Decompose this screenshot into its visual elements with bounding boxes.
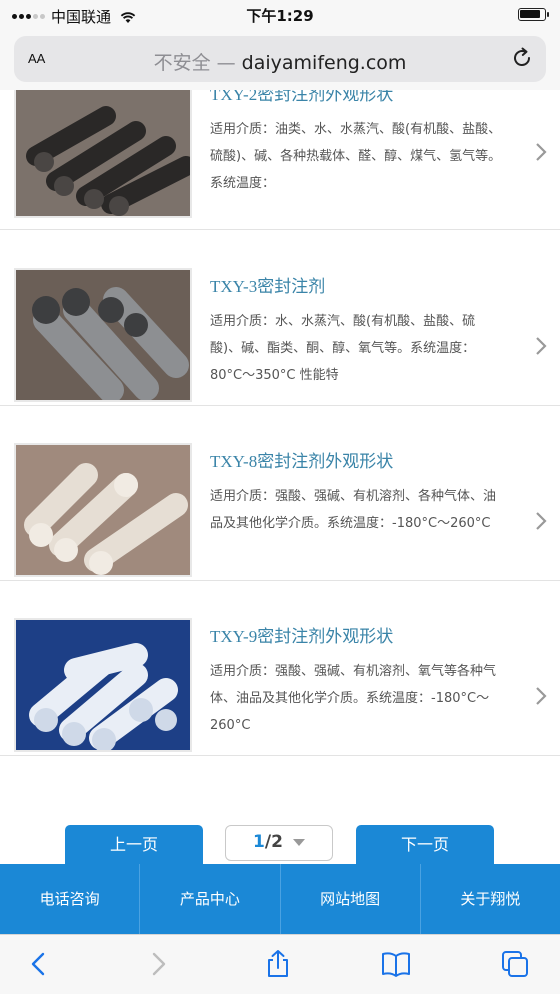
product-item[interactable]: TXY-8密封注剂外观形状 适用介质：强酸、强碱、有机溶剂、各种气体、油品及其他… <box>0 423 560 581</box>
status-bar: 中国联通 下午1:29 <box>0 0 560 28</box>
product-description: 适用介质：水、水蒸汽、酸(有机酸、盐酸、硫酸)、碱、酯类、酮、醇、氧气等。系统温… <box>210 314 476 383</box>
current-page: 1 <box>253 832 265 852</box>
prev-page-button[interactable]: 上一页 <box>65 825 203 864</box>
url-separator: — <box>216 52 236 74</box>
product-item[interactable]: TXY-9密封注剂外观形状 适用介质：强酸、强碱、有机溶剂、氧气等各种气体、油品… <box>0 598 560 756</box>
battery-icon <box>518 8 549 21</box>
bookmarks-icon[interactable] <box>381 949 411 979</box>
chevron-right-icon[interactable] <box>534 336 548 356</box>
product-title[interactable]: TXY-3密封注剂 <box>210 272 325 297</box>
chevron-right-icon[interactable] <box>534 142 548 162</box>
beige-rods-image <box>16 445 190 575</box>
tabs-icon[interactable] <box>500 949 530 979</box>
next-page-button[interactable]: 下一页 <box>356 825 494 864</box>
product-title[interactable]: TXY-9密封注剂外观形状 <box>210 622 393 647</box>
total-pages: 2 <box>271 832 283 852</box>
back-icon[interactable] <box>24 949 54 979</box>
page-select[interactable]: 1/2 <box>225 825 333 861</box>
product-title[interactable]: TXY-2密封注剂外观形状 <box>210 90 393 105</box>
product-image[interactable] <box>14 268 192 402</box>
footer-item-phone[interactable]: 电话咨询 <box>0 864 141 934</box>
address-bar[interactable]: AA 不安全 — daiyamifeng.com <box>14 36 546 82</box>
url-display[interactable]: 不安全 — daiyamifeng.com <box>14 48 546 75</box>
footer-item-sitemap[interactable]: 网站地图 <box>281 864 421 934</box>
security-label: 不安全 <box>153 52 211 74</box>
browser-toolbar <box>0 934 560 994</box>
product-list: TXY-2密封注剂外观形状 适用介质：油类、水、水蒸汽、酸(有机酸、盐酸、硫酸)… <box>0 90 560 790</box>
dark-rods-image <box>16 90 190 216</box>
product-image[interactable] <box>14 90 192 218</box>
gray-rods-image <box>16 270 190 400</box>
pagination: 上一页 1/2 下一页 <box>0 790 560 864</box>
share-icon[interactable] <box>263 949 293 979</box>
dropdown-caret-icon <box>292 838 305 846</box>
product-image[interactable] <box>14 443 192 577</box>
browser-address-area: AA 不安全 — daiyamifeng.com <box>0 28 560 90</box>
url-domain: daiyamifeng.com <box>241 52 407 74</box>
footer-item-about[interactable]: 关于翔悦 <box>421 864 560 934</box>
footer-item-products[interactable]: 产品中心 <box>140 864 281 934</box>
white-rods-image <box>16 620 190 750</box>
product-item[interactable]: TXY-3密封注剂 适用介质：水、水蒸汽、酸(有机酸、盐酸、硫酸)、碱、酯类、酮… <box>0 248 560 406</box>
product-item[interactable]: TXY-2密封注剂外观形状 适用介质：油类、水、水蒸汽、酸(有机酸、盐酸、硫酸)… <box>0 90 560 230</box>
footer-nav: 电话咨询 产品中心 网站地图 关于翔悦 <box>0 864 560 934</box>
battery-fill <box>520 10 540 18</box>
product-description: 适用介质：强酸、强碱、有机溶剂、氧气等各种气体、油品及其他化学介质。系统温度：-… <box>210 664 497 733</box>
reload-icon[interactable] <box>510 46 534 70</box>
product-image[interactable] <box>14 618 192 752</box>
product-title[interactable]: TXY-8密封注剂外观形状 <box>210 447 393 472</box>
forward-icon[interactable] <box>143 949 173 979</box>
chevron-right-icon[interactable] <box>534 686 548 706</box>
product-description: 适用介质：油类、水、水蒸汽、酸(有机酸、盐酸、硫酸)、碱、各种热载体、醛、醇、煤… <box>210 122 502 191</box>
chevron-right-icon[interactable] <box>534 511 548 531</box>
clock: 下午1:29 <box>246 7 314 25</box>
product-description: 适用介质：强酸、强碱、有机溶剂、各种气体、油品及其他化学介质。系统温度：-180… <box>210 489 497 531</box>
